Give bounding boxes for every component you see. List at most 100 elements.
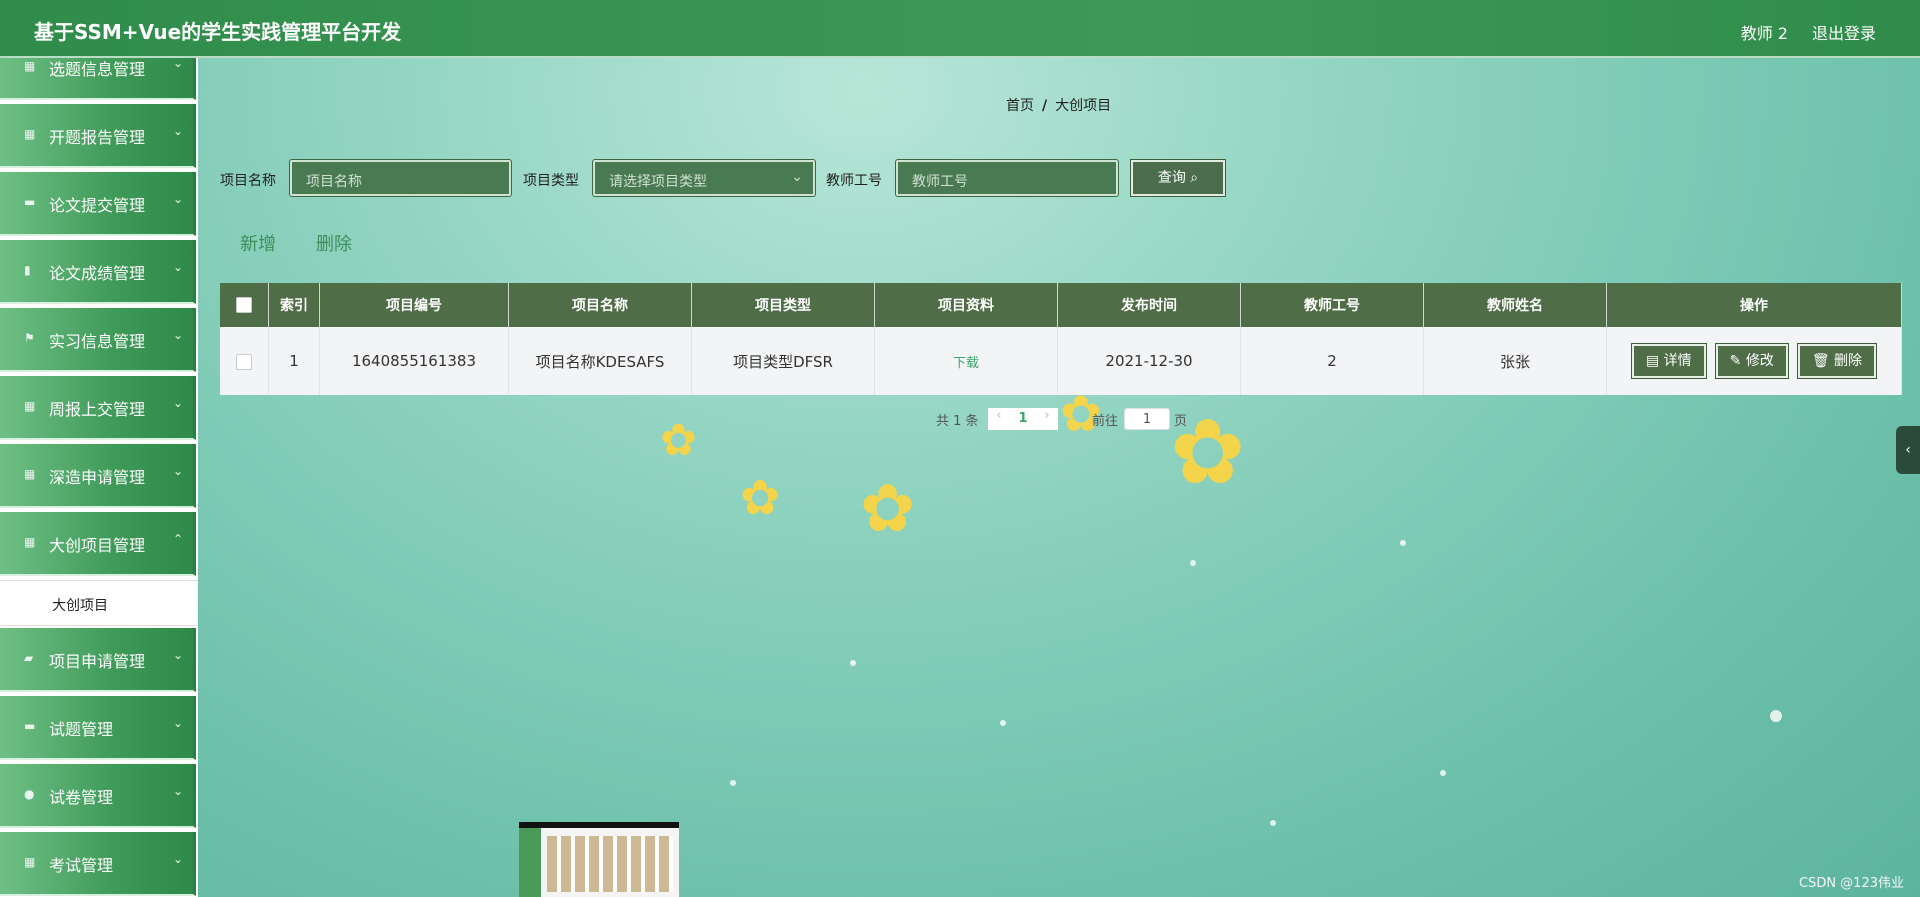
download-link[interactable]: 下载 — [953, 356, 979, 371]
edit-label: 修改 — [1745, 353, 1774, 369]
goto-page-input[interactable]: 1 — [1124, 408, 1170, 430]
sidebar-item-label: 大创项目管理 — [49, 536, 146, 555]
flower-decoration: ✿ — [660, 415, 697, 466]
teacher-id-input[interactable]: 教师工号 — [896, 160, 1118, 196]
column-header: 教师姓名 — [1423, 283, 1607, 327]
project-table: 索引 项目编号 项目名称 项目类型 项目资料 发布时间 教师工号 教师姓名 操作… — [220, 283, 1902, 395]
project-name-input[interactable]: 项目名称 — [290, 160, 511, 196]
sparkle-decoration — [1270, 820, 1276, 826]
sparkle-decoration — [1440, 770, 1446, 776]
cell-project-type: 项目类型DFSR — [691, 327, 875, 395]
batch-delete-button[interactable]: 删除 — [316, 230, 352, 256]
cell-teacher-id: 2 — [1240, 327, 1424, 395]
sidebar-item-weekly[interactable]: ▦ 周报上交管理 ⌄ — [0, 376, 196, 440]
document-icon: ▬ — [24, 719, 36, 733]
chevron-left-icon: ‹ — [1905, 442, 1911, 458]
sidebar-item-further-study[interactable]: ▦ 深造申请管理 ⌄ — [0, 444, 196, 508]
query-label: 查询 — [1157, 170, 1186, 186]
cell-operations: ▤ 详情 ✎ 修改 🗑 删除 — [1606, 327, 1902, 395]
add-button[interactable]: 新增 — [240, 230, 276, 256]
edit-button[interactable]: ✎ 修改 — [1715, 344, 1788, 378]
document-icon: ▤ — [1645, 353, 1664, 369]
teacher-id-label: 教师工号 — [826, 173, 882, 189]
ticket-icon: ▰ — [24, 651, 34, 665]
cell-publish-date: 2021-12-30 — [1057, 327, 1241, 395]
sidebar-item-label: 实习信息管理 — [49, 332, 146, 351]
sparkle-decoration — [730, 780, 736, 786]
sidebar-item-label: 开题报告管理 — [49, 128, 146, 147]
breadcrumb-home[interactable]: 首页 — [1006, 98, 1034, 114]
delete-button[interactable]: 🗑 删除 — [1797, 344, 1877, 378]
chevron-down-icon: ⌄ — [172, 464, 183, 478]
top-header: 基于SSM+Vue的学生实践管理平台开发 教师 2 退出登录 — [0, 0, 1920, 58]
page-number[interactable]: 1 — [1010, 408, 1036, 430]
logout-link[interactable]: 退出登录 — [1812, 20, 1876, 44]
submenu-item-innovation-project[interactable]: 大创项目 — [0, 580, 198, 626]
collapse-panel-button[interactable]: ‹ — [1896, 426, 1920, 474]
chevron-down-icon: ⌄ — [172, 58, 183, 70]
flower-decoration: ✿ — [860, 470, 916, 547]
sidebar-item-label: 论文提交管理 — [49, 196, 146, 215]
column-header: 项目类型 — [691, 283, 875, 327]
cup-icon: ▬ — [24, 195, 36, 209]
grid-icon: ▦ — [24, 855, 36, 869]
app-title: 基于SSM+Vue的学生实践管理平台开发 — [34, 20, 402, 44]
pagination: 共 1 条 ‹ 1 › 前往 1 页 — [936, 408, 1187, 430]
column-header: 项目编号 — [319, 283, 509, 327]
select-all-checkbox[interactable] — [236, 297, 252, 313]
sidebar-item-label: 项目申请管理 — [49, 652, 146, 671]
sidebar-item-internship[interactable]: ⚑ 实习信息管理 ⌄ — [0, 308, 196, 372]
flower-decoration: ✿ — [740, 470, 781, 526]
chevron-down-icon: ⌄ — [172, 328, 183, 342]
sidebar-item-papers[interactable]: ● 试卷管理 ⌄ — [0, 764, 196, 828]
preview-thumbnail — [519, 822, 679, 897]
submenu-item-label: 大创项目 — [52, 598, 108, 614]
cell-teacher-name: 张张 — [1423, 327, 1607, 395]
column-header: 操作 — [1606, 283, 1902, 327]
user-name[interactable]: 教师 2 — [1741, 20, 1788, 44]
sidebar-item-label: 选题信息管理 — [49, 60, 146, 79]
total-count: 共 1 条 — [936, 414, 979, 429]
sidebar-item-exams[interactable]: ▦ 考试管理 ⌄ — [0, 832, 196, 896]
chevron-down-icon: ⌄ — [172, 852, 183, 866]
sidebar-item-label: 周报上交管理 — [49, 400, 146, 419]
goto-label: 前往 — [1092, 414, 1119, 429]
next-page-button[interactable]: › — [1036, 408, 1058, 430]
table-header-row: 索引 项目编号 项目名称 项目类型 项目资料 发布时间 教师工号 教师姓名 操作 — [220, 283, 1902, 327]
sidebar-item-innovation[interactable]: ▦ 大创项目管理 ⌃ — [0, 512, 196, 576]
watermark: CSDN @123伟业 — [1798, 876, 1904, 891]
sparkle-decoration — [1770, 710, 1782, 722]
cell-project-name: 项目名称KDESAFS — [508, 327, 692, 395]
sidebar: ▦ 选题信息管理 ⌄ ▦ 开题报告管理 ⌄ ▬ 论文提交管理 ⌄ ▮ 论文成绩管… — [0, 58, 198, 897]
column-header: 项目资料 — [874, 283, 1058, 327]
user-icon: ● — [24, 787, 35, 801]
thumbnail-grid — [547, 836, 673, 892]
trash-icon: 🗑 — [1811, 353, 1835, 369]
sidebar-item-questions[interactable]: ▬ 试题管理 ⌄ — [0, 696, 196, 760]
sidebar-item-thesis-grade[interactable]: ▮ 论文成绩管理 ⌄ — [0, 240, 196, 304]
sparkle-decoration — [1000, 720, 1006, 726]
sidebar-menu: ▦ 选题信息管理 ⌄ ▦ 开题报告管理 ⌄ ▬ 论文提交管理 ⌄ ▮ 论文成绩管… — [0, 58, 198, 897]
prev-page-button[interactable]: ‹ — [988, 408, 1010, 430]
sidebar-item-topic[interactable]: ▦ 选题信息管理 ⌄ — [0, 58, 196, 100]
cell-project-code: 1640855161383 — [319, 327, 509, 395]
detail-button[interactable]: ▤ 详情 — [1631, 344, 1706, 378]
grid-icon: ▦ — [24, 127, 36, 141]
query-button[interactable]: 查询 ⌕ — [1131, 160, 1225, 196]
clipboard-icon: ▮ — [24, 263, 31, 277]
sidebar-item-project-apply[interactable]: ▰ 项目申请管理 ⌄ — [0, 628, 196, 692]
sidebar-item-label: 考试管理 — [49, 856, 114, 875]
detail-label: 详情 — [1663, 353, 1692, 369]
project-type-select[interactable]: 请选择项目类型 ⌄ — [593, 160, 815, 196]
flag-icon: ⚑ — [24, 331, 35, 345]
chevron-down-icon: ⌄ — [791, 169, 803, 185]
select-all-cell — [220, 283, 269, 327]
grid-icon: ▦ — [24, 467, 36, 481]
sidebar-item-thesis-submit[interactable]: ▬ 论文提交管理 ⌄ — [0, 172, 196, 236]
sidebar-item-label: 试题管理 — [49, 720, 114, 739]
page-unit-label: 页 — [1174, 414, 1188, 429]
breadcrumb: 首页 / 大创项目 — [1006, 95, 1111, 115]
sidebar-item-proposal[interactable]: ▦ 开题报告管理 ⌄ — [0, 104, 196, 168]
row-checkbox[interactable] — [236, 353, 252, 370]
row-select-cell — [220, 327, 269, 395]
